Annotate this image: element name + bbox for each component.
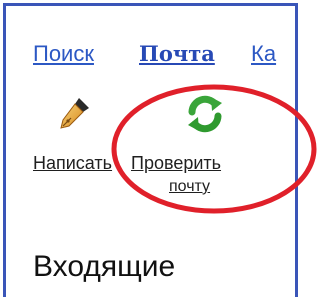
- check-mail-button[interactable]: Проверить почту: [131, 94, 281, 204]
- pen-icon: [57, 94, 93, 132]
- mail-panel: Поиск Почта Ка Написать Проверить почту …: [3, 3, 298, 297]
- inbox-heading[interactable]: Входящие: [33, 249, 175, 285]
- write-button[interactable]: Написать: [33, 94, 143, 176]
- write-label: Написать: [33, 153, 113, 173]
- nav-link-mail[interactable]: Почта: [139, 40, 215, 68]
- check-label-line2: почту: [169, 178, 211, 195]
- nav-link-search[interactable]: Поиск: [33, 40, 94, 68]
- refresh-icon: [184, 94, 226, 134]
- check-label-line1: Проверить: [131, 153, 222, 173]
- nav-link-more[interactable]: Ка: [251, 40, 276, 68]
